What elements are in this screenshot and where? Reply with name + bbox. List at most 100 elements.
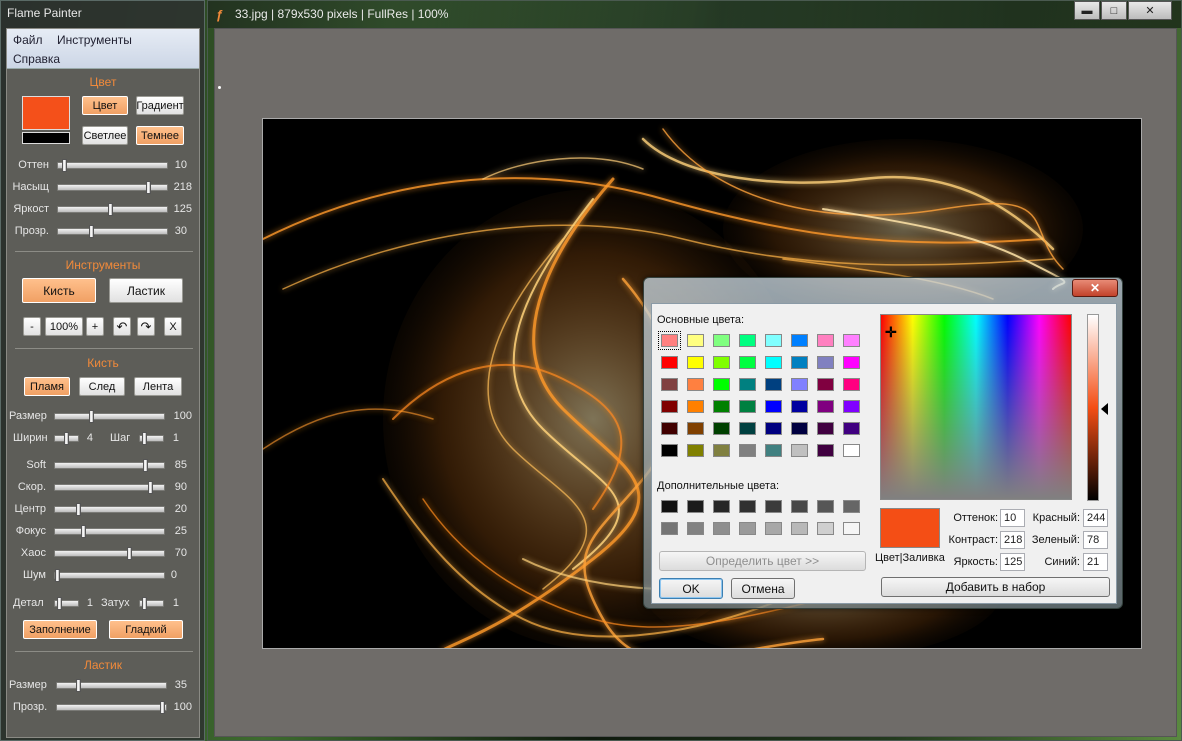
chaos-slider-thumb[interactable]	[127, 547, 133, 560]
basic-color-swatch[interactable]	[765, 444, 782, 457]
eraser-opacity-thumb[interactable]	[160, 701, 165, 714]
basic-color-swatch[interactable]	[739, 334, 756, 347]
custom-color-swatch[interactable]	[843, 522, 860, 535]
clear-canvas-button[interactable]: X	[164, 317, 182, 336]
basic-color-swatch[interactable]	[817, 356, 834, 369]
focus-slider-thumb[interactable]	[80, 525, 86, 538]
basic-color-swatch[interactable]	[739, 422, 756, 435]
soft-slider-thumb[interactable]	[142, 459, 148, 472]
color-mode-button[interactable]: Цвет	[82, 96, 128, 115]
brush-width-slider[interactable]	[54, 432, 79, 445]
basic-color-swatch[interactable]	[791, 400, 808, 413]
basic-color-swatch[interactable]	[843, 334, 860, 347]
spectrum-crosshair-icon[interactable]: ✛	[885, 325, 897, 339]
basic-color-swatch[interactable]	[791, 356, 808, 369]
detail-slider-thumb[interactable]	[56, 597, 62, 610]
secondary-color-swatch[interactable]	[22, 132, 70, 144]
custom-color-swatch[interactable]	[661, 500, 678, 513]
lighter-button[interactable]: Светлее	[82, 126, 128, 145]
soft-slider[interactable]	[54, 459, 165, 472]
luminance-bar[interactable]	[1087, 314, 1099, 501]
sat-field[interactable]: 218	[1000, 531, 1025, 549]
menu-help[interactable]: Справка	[13, 52, 60, 66]
basic-color-swatch[interactable]	[687, 422, 704, 435]
basic-color-swatch[interactable]	[791, 444, 808, 457]
opacity-slider[interactable]	[57, 225, 168, 238]
eraser-tool-button[interactable]: Ластик	[109, 278, 183, 303]
focus-slider[interactable]	[54, 525, 165, 538]
custom-color-swatch[interactable]	[791, 500, 808, 513]
dialog-close-icon[interactable]: ✕	[1072, 279, 1118, 297]
menu-tools[interactable]: Инструменты	[57, 33, 132, 47]
basic-color-swatch[interactable]	[843, 422, 860, 435]
custom-color-swatch[interactable]	[661, 522, 678, 535]
basic-color-swatch[interactable]	[817, 422, 834, 435]
brush-size-slider[interactable]	[54, 410, 165, 423]
basic-color-swatch[interactable]	[687, 400, 704, 413]
center-slider[interactable]	[54, 503, 165, 516]
speed-slider-thumb[interactable]	[147, 481, 153, 494]
custom-color-swatch[interactable]	[843, 500, 860, 513]
minimize-icon[interactable]: ▬	[1074, 1, 1100, 20]
custom-color-swatch[interactable]	[687, 522, 704, 535]
zoom-in-button[interactable]: +	[86, 317, 104, 336]
basic-color-swatch[interactable]	[661, 444, 678, 457]
detail-slider[interactable]	[54, 597, 79, 610]
menu-file[interactable]: Файл	[13, 33, 43, 47]
chaos-slider[interactable]	[54, 547, 165, 560]
ribbon-brush-button[interactable]: Лента	[134, 377, 182, 396]
close-icon[interactable]: ✕	[1128, 1, 1172, 20]
basic-color-swatch[interactable]	[817, 378, 834, 391]
basic-color-swatch[interactable]	[817, 334, 834, 347]
redo-icon[interactable]: ↷	[137, 317, 155, 336]
primary-color-swatch[interactable]	[22, 96, 70, 130]
noise-slider[interactable]	[54, 569, 165, 582]
brush-step-thumb[interactable]	[141, 432, 147, 445]
fade-slider-thumb[interactable]	[141, 597, 147, 610]
blue-field[interactable]: 21	[1083, 553, 1108, 571]
basic-color-swatch[interactable]	[791, 334, 808, 347]
eraser-size-thumb[interactable]	[75, 679, 81, 692]
saturation-slider-thumb[interactable]	[145, 181, 151, 194]
color-spectrum[interactable]: ✛	[880, 314, 1072, 500]
brush-size-thumb[interactable]	[88, 410, 94, 423]
lum-field[interactable]: 125	[1000, 553, 1025, 571]
basic-color-swatch[interactable]	[817, 400, 834, 413]
basic-color-swatch[interactable]	[791, 378, 808, 391]
basic-color-swatch[interactable]	[661, 422, 678, 435]
basic-color-swatch[interactable]	[843, 400, 860, 413]
darker-button[interactable]: Темнее	[136, 126, 184, 145]
trail-brush-button[interactable]: След	[79, 377, 125, 396]
custom-color-swatch[interactable]	[817, 500, 834, 513]
define-custom-color-button[interactable]: Определить цвет >>	[659, 551, 866, 571]
basic-color-swatch[interactable]	[713, 400, 730, 413]
basic-color-swatch[interactable]	[687, 356, 704, 369]
undo-icon[interactable]: ↶	[113, 317, 131, 336]
hue-field[interactable]: 10	[1000, 509, 1025, 527]
eraser-opacity-slider[interactable]	[56, 701, 167, 714]
gradient-mode-button[interactable]: Градиент	[136, 96, 184, 115]
brush-step-slider[interactable]	[139, 432, 164, 445]
basic-color-swatch[interactable]	[765, 356, 782, 369]
basic-color-swatch[interactable]	[843, 444, 860, 457]
basic-color-swatch[interactable]	[661, 400, 678, 413]
basic-color-swatch[interactable]	[687, 334, 704, 347]
fade-slider[interactable]	[139, 597, 164, 610]
brightness-slider[interactable]	[57, 203, 168, 216]
custom-color-swatch[interactable]	[713, 522, 730, 535]
basic-color-swatch[interactable]	[765, 334, 782, 347]
basic-color-swatch[interactable]	[661, 378, 678, 391]
brightness-slider-thumb[interactable]	[108, 203, 114, 216]
custom-color-swatch[interactable]	[687, 500, 704, 513]
basic-color-swatch[interactable]	[739, 444, 756, 457]
hue-slider[interactable]	[57, 159, 168, 172]
speed-slider[interactable]	[54, 481, 165, 494]
custom-color-swatch[interactable]	[739, 500, 756, 513]
add-to-custom-colors-button[interactable]: Добавить в набор	[881, 577, 1110, 597]
custom-color-swatch[interactable]	[713, 500, 730, 513]
zoom-out-button[interactable]: -	[23, 317, 41, 336]
basic-color-swatch[interactable]	[713, 378, 730, 391]
noise-slider-thumb[interactable]	[55, 569, 60, 582]
custom-color-swatch[interactable]	[739, 522, 756, 535]
green-field[interactable]: 78	[1083, 531, 1108, 549]
